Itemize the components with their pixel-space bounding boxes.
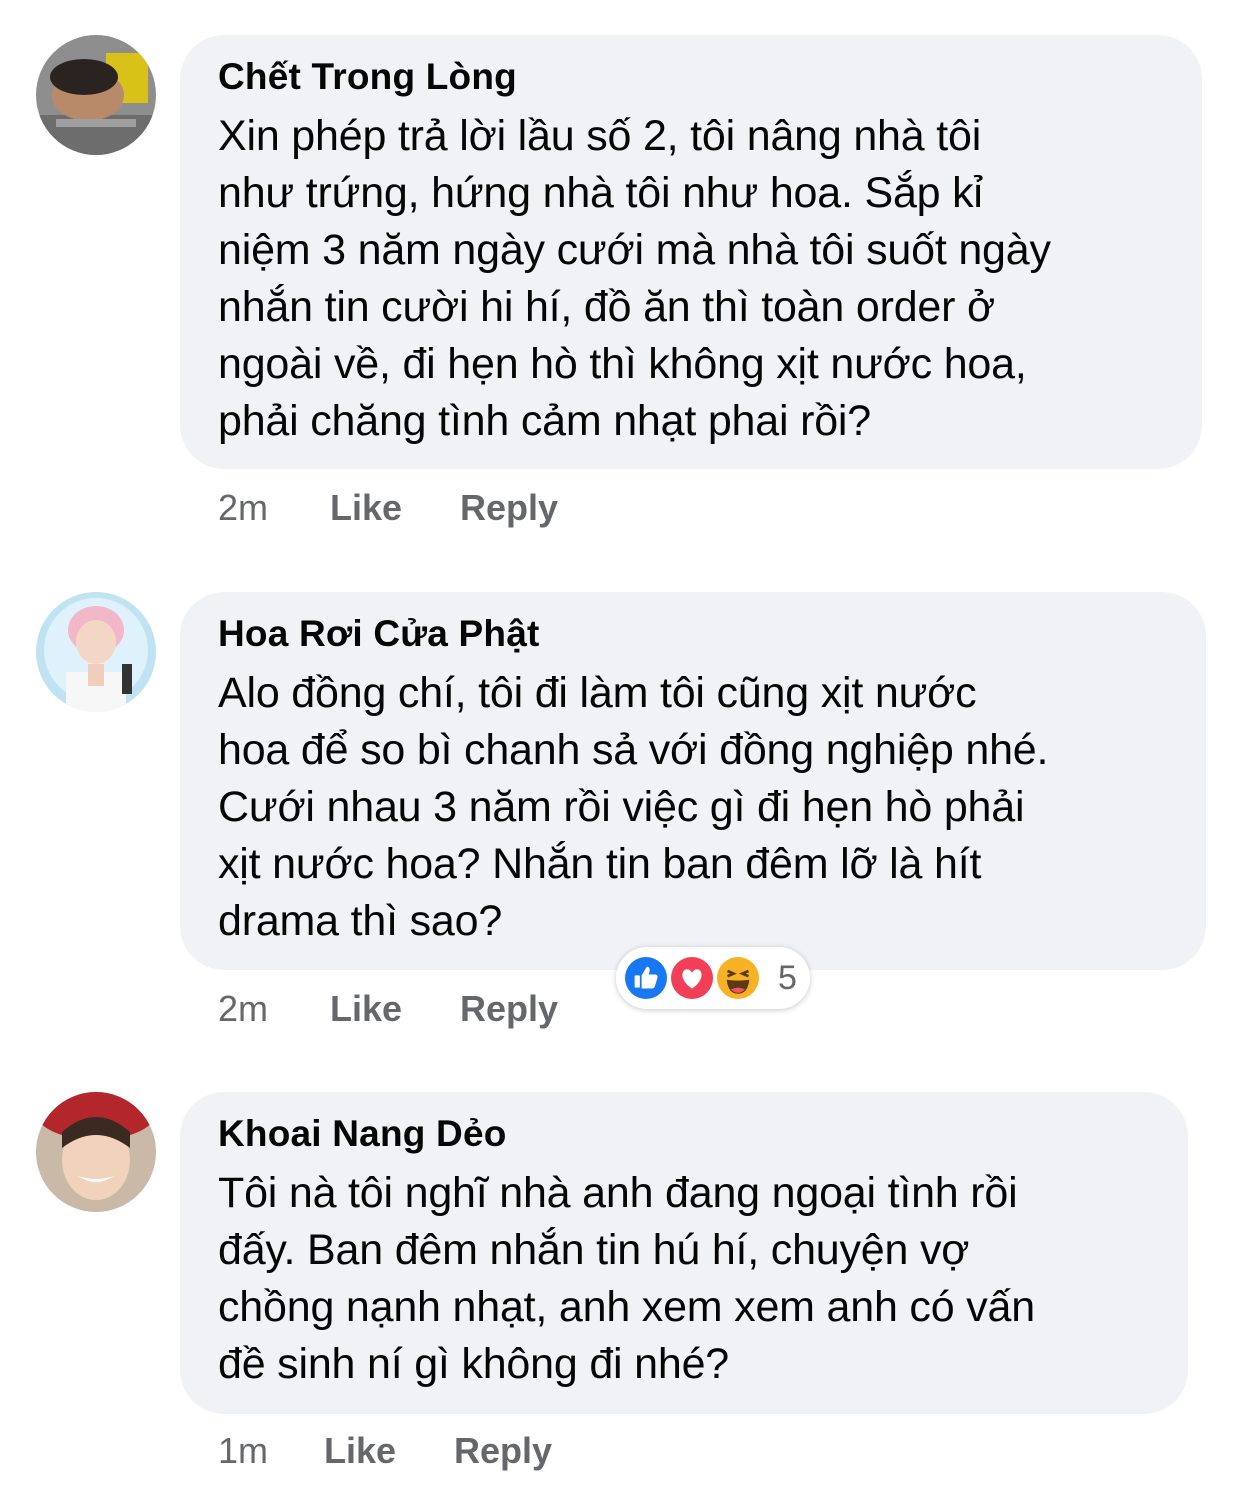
comment-line: Cưới nhau 3 năm rồi việc gì đi hẹn hò ph… [218,783,1025,831]
comment-line: đề sinh ní gì không đi nhé? [218,1340,729,1388]
avatar-photo-icon [36,592,156,712]
reply-button[interactable]: Reply [460,486,558,530]
comment-timestamp[interactable]: 2m [218,486,330,530]
comment-text: Xin phép trả lời lầu số 2, tôi nâng nhà … [218,108,1166,450]
comment-line: Xin phép trả lời lầu số 2, tôi nâng nhà … [218,112,982,160]
avatar-photo-icon [36,35,156,155]
comment-author[interactable]: Chết Trong Lòng [218,53,1166,101]
comment-line: ngoài về, đi hẹn hò thì không xịt nước h… [218,340,1027,388]
comment-line: như trứng, hứng nhà tôi như hoa. Sắp kỉ [218,169,983,217]
avatar[interactable] [36,35,156,155]
reactions-summary[interactable]: 5 [616,947,810,1009]
comment-actions: 2m Like Reply [218,486,558,530]
love-icon [668,954,716,1002]
comment-bubble: Chết Trong Lòng Xin phép trả lời lầu số … [180,35,1202,469]
like-button[interactable]: Like [330,987,460,1031]
avatar[interactable] [36,1092,156,1212]
comment-line: drama thì sao? [218,897,503,945]
comment-line: Tôi nà tôi nghĩ nhà anh đang ngoại tình … [218,1169,1018,1217]
comment-actions: 1m Like Reply [218,1429,552,1473]
comment-text: Alo đồng chí, tôi đi làm tôi cũng xịt nư… [218,665,1170,950]
comment-line: phải chăng tình cảm nhạt phai rồi? [218,397,871,445]
comment-line: niệm 3 năm ngày cưới mà nhà tôi suốt ngà… [218,226,1051,274]
like-icon [622,954,670,1002]
comment-line: nhắn tin cười hi hí, đồ ăn thì toàn orde… [218,283,995,331]
haha-icon [714,954,762,1002]
comment-author[interactable]: Hoa Rơi Cửa Phật [218,610,1170,658]
comment-actions: 2m Like Reply [218,987,558,1031]
comment-bubble: Khoai Nang Dẻo Tôi nà tôi nghĩ nhà anh đ… [180,1092,1188,1414]
avatar-photo-icon [36,1092,156,1212]
comment-text: Tôi nà tôi nghĩ nhà anh đang ngoại tình … [218,1165,1152,1393]
reaction-count: 5 [778,959,797,997]
comment-timestamp[interactable]: 2m [218,987,330,1031]
avatar[interactable] [36,592,156,712]
reply-button[interactable]: Reply [454,1429,552,1473]
comment-line: xịt nước hoa? Nhắn tin ban đêm lỡ là hít [218,840,982,888]
comment-bubble: Hoa Rơi Cửa Phật Alo đồng chí, tôi đi là… [180,592,1206,970]
comment-timestamp[interactable]: 1m [218,1429,324,1473]
comment-line: Alo đồng chí, tôi đi làm tôi cũng xịt nư… [218,669,977,717]
comment-author[interactable]: Khoai Nang Dẻo [218,1110,1152,1158]
comment-line: chồng nạnh nhạt, anh xem xem anh có vấn [218,1283,1035,1331]
like-button[interactable]: Like [330,486,460,530]
like-button[interactable]: Like [324,1429,454,1473]
reply-button[interactable]: Reply [460,987,558,1031]
comment-line: đấy. Ban đêm nhắn tin hú hí, chuyện vợ [218,1226,970,1274]
comment-line: hoa để so bì chanh sả với đồng nghiệp nh… [218,726,1049,774]
